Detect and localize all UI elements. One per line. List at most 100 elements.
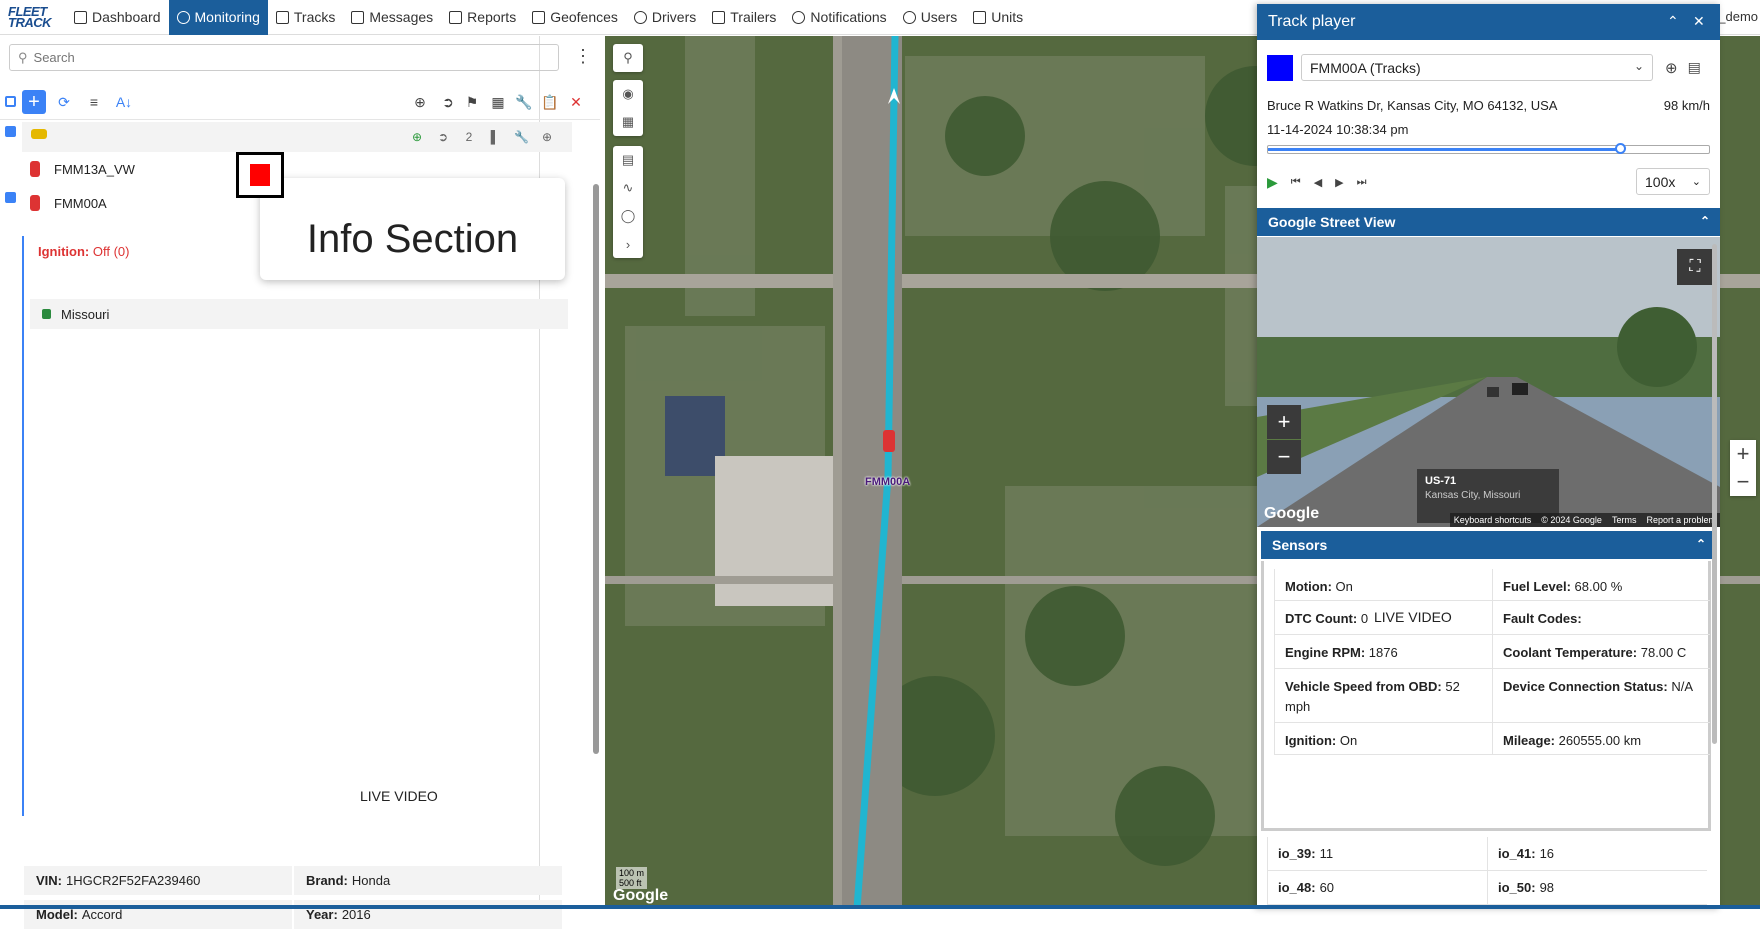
nav-tracks[interactable]: Tracks <box>268 0 343 35</box>
sensor-value: On <box>1339 733 1358 748</box>
sort-icon[interactable]: A↓ <box>112 90 136 114</box>
keyboard-shortcuts-link[interactable]: Keyboard shortcuts <box>1454 515 1532 525</box>
logo-text: FLEET TRACK <box>8 4 52 30</box>
step-forward-icon[interactable]: ▶ <box>1335 176 1343 189</box>
timeline-handle[interactable] <box>1614 143 1626 154</box>
chevron-right-icon[interactable]: › <box>613 230 643 258</box>
info-section-overlay: Info Section <box>260 178 565 280</box>
fullscreen-icon[interactable]: ⛶ <box>1677 249 1713 285</box>
wrench-icon[interactable]: 🔧 <box>512 90 536 114</box>
nav-geofences[interactable]: Geofences <box>524 0 626 35</box>
track-color-swatch[interactable] <box>1267 54 1293 81</box>
map-search-tool[interactable]: ⚲ <box>613 44 643 72</box>
terms-link[interactable]: Terms <box>1612 515 1637 525</box>
sensor-label: DTC Count: <box>1285 611 1358 626</box>
nav-notifications[interactable]: Notifications <box>784 0 894 35</box>
eye-icon[interactable]: ◉ <box>613 80 643 108</box>
route-icon[interactable]: ➲ <box>436 90 460 114</box>
sv-zoom-out-button[interactable]: − <box>1267 440 1301 474</box>
zoom-in-button[interactable]: + <box>1730 440 1756 468</box>
document-icon <box>351 10 365 24</box>
user-menu[interactable]: _demo <box>1718 9 1758 24</box>
sensor-value: On <box>1335 579 1353 594</box>
track-player-scrollbar[interactable] <box>1712 244 1717 744</box>
locate-icon[interactable]: ⊕ <box>1665 59 1678 77</box>
ignition-value: Off (0) <box>92 244 130 259</box>
image-icon[interactable]: ▤ <box>1688 59 1701 76</box>
map-zoom-control: + − <box>1730 440 1756 496</box>
search-box: ⚲ <box>9 44 559 71</box>
ruler-icon[interactable]: ▤ <box>613 146 643 174</box>
select-all-checkbox[interactable] <box>5 96 16 107</box>
close-icon[interactable]: ✕ <box>564 90 588 114</box>
map-scale: 100 m 500 ft <box>616 867 648 889</box>
vehicle-map-label[interactable]: FMM00A <box>865 476 910 488</box>
nav-monitoring[interactable]: Monitoring <box>168 0 268 35</box>
locate-icon[interactable]: ⊕ <box>410 130 424 144</box>
sv-zoom-in-button[interactable]: + <box>1267 405 1301 439</box>
street-view[interactable]: ⛶ + − US-71 Kansas City, Missouri Google… <box>1257 237 1720 527</box>
search-input[interactable] <box>33 50 534 65</box>
nav-trailers-label: Trailers <box>730 9 777 25</box>
scrollbar-thumb[interactable] <box>593 184 599 754</box>
sensor-value: N/A <box>1671 679 1693 694</box>
wrench-icon[interactable]: 🔧 <box>514 130 529 144</box>
unit-name: FMM00A <box>54 195 107 211</box>
more-options-icon[interactable]: ⋮ <box>574 44 592 71</box>
nav-geofences-label: Geofences <box>550 9 618 25</box>
playback-speed-select[interactable]: 100x ⌄ <box>1636 168 1710 195</box>
bar-chart-icon <box>74 10 87 24</box>
skip-start-icon[interactable]: ⏮ <box>1291 176 1301 189</box>
zoom-out-button[interactable]: − <box>1730 468 1756 496</box>
dropdown-icon[interactable]: ⊕ <box>540 130 554 144</box>
nav-users[interactable]: Users <box>895 0 966 35</box>
app-logo[interactable]: FLEET TRACK <box>0 0 66 35</box>
unit-checkbox[interactable] <box>5 192 16 203</box>
route-icon[interactable]: ∿ <box>613 174 643 202</box>
skip-end-icon[interactable]: ⏭ <box>1357 176 1367 189</box>
add-unit-button[interactable]: + <box>22 90 46 114</box>
street-view-header[interactable]: Google Street View ⌃ <box>1257 208 1720 236</box>
chevron-up-icon[interactable]: ⌃ <box>1696 537 1706 551</box>
refresh-icon[interactable]: ⟳ <box>52 90 76 114</box>
record-marker[interactable] <box>236 152 284 198</box>
path-icon[interactable]: ◯ <box>613 202 643 230</box>
nav-dashboard[interactable]: Dashboard <box>66 0 169 35</box>
sensor-item: Ignition: On <box>1274 723 1492 755</box>
map-search-icon[interactable]: ⚲ <box>613 44 643 72</box>
io-value: 16 <box>1539 846 1555 861</box>
car-icon <box>30 195 40 211</box>
step-back-icon[interactable]: ◀ <box>1314 176 1322 189</box>
route-icon[interactable]: ➲ <box>436 130 450 144</box>
nav-reports[interactable]: Reports <box>441 0 524 35</box>
sensor-item: Fault Codes: <box>1492 601 1710 635</box>
chart-icon[interactable]: ▌ <box>488 130 502 144</box>
close-icon[interactable]: ✕ <box>1693 13 1705 30</box>
nav-trailers[interactable]: Trailers <box>704 0 784 35</box>
sensors-header[interactable]: Sensors ⌃ <box>1261 531 1716 559</box>
finish-flag-icon[interactable]: ⚑ <box>460 90 484 114</box>
playback-timeline[interactable] <box>1267 143 1710 154</box>
calculator-icon[interactable]: ▦ <box>486 90 510 114</box>
nav-units-label: Units <box>991 9 1024 25</box>
unit-select[interactable]: FMM00A (Tracks) ⌄ <box>1301 54 1653 81</box>
clipboard-icon[interactable]: 📋 <box>538 90 562 114</box>
unit-selector-row: FMM00A (Tracks) ⌄ ⊕ ▤ <box>1267 54 1701 81</box>
play-icon[interactable]: ▶ <box>1267 174 1278 191</box>
map-icon[interactable]: ▦ <box>613 108 643 136</box>
nav-drivers[interactable]: Drivers <box>626 0 704 35</box>
sensor-label: Motion: <box>1285 579 1332 594</box>
panel-scrollbar[interactable] <box>592 170 600 936</box>
group-checkbox[interactable] <box>5 126 16 137</box>
chevron-up-icon[interactable]: ⌃ <box>1700 214 1710 228</box>
link-icon[interactable]: 2 <box>462 130 476 144</box>
report-problem-link[interactable]: Report a problem <box>1646 515 1716 525</box>
collapse-icon[interactable]: ⌃ <box>1667 13 1679 30</box>
nav-units[interactable]: Units <box>965 0 1031 35</box>
locate-icon[interactable]: ⊕ <box>408 90 432 114</box>
nav-messages[interactable]: Messages <box>343 0 441 35</box>
unit-group-row[interactable]: ⊕ ➲ 2 ▌ 🔧 ⊕ <box>22 122 572 152</box>
sensor-item: Motion: On <box>1274 569 1492 601</box>
sensor-label: Device Connection Status: <box>1503 679 1668 694</box>
tree-view-icon[interactable]: ≡ <box>82 90 106 114</box>
